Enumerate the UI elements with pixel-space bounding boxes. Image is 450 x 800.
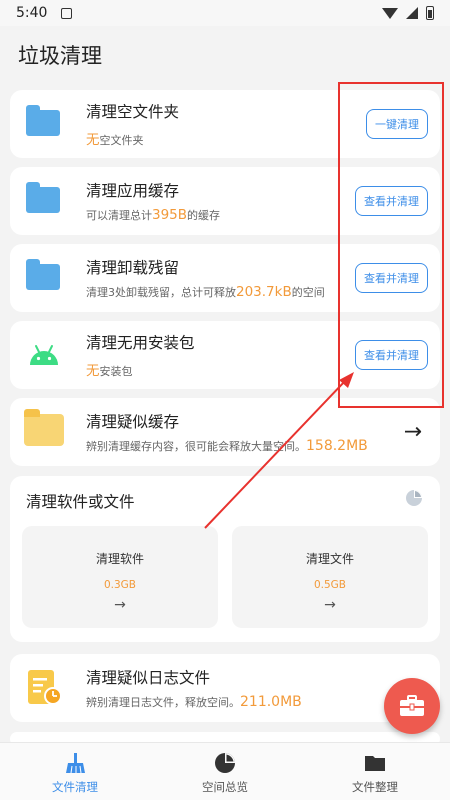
card-title: 清理卸载残留 — [86, 259, 180, 277]
signal-icon — [406, 7, 418, 19]
card-subtitle-text: 空文件夹 — [99, 134, 144, 147]
nav-file-clean[interactable]: 文件清理 — [0, 743, 150, 800]
card-subtitle-text: 辨别清理日志文件，释放空间。 — [86, 696, 240, 709]
battery-icon — [426, 6, 434, 20]
wifi-icon — [382, 7, 398, 19]
card-text: 清理卸载残留 清理3处卸载残留，总计可释放203.7kB的空间 — [86, 256, 325, 300]
box-value: 0.5GB — [313, 579, 347, 591]
arrow-right-icon: → — [114, 597, 126, 613]
status-bar: 5:40 — [0, 0, 450, 26]
card-text: 清理应用缓存 可以清理总计395B的缓存 — [86, 179, 220, 223]
card-suspected-cache[interactable]: 清理疑似缓存 辨别清理缓存内容，很可能会释放大量空间。158.2MB → — [10, 398, 440, 466]
card-text: 清理疑似缓存 辨别清理缓存内容，很可能会释放大量空间。158.2MB — [86, 410, 368, 454]
folder-icon — [24, 258, 64, 298]
pie-chart-icon[interactable] — [404, 488, 424, 508]
bottom-nav: 文件清理 空间总览 文件整理 — [0, 742, 450, 800]
card-software-files: 清理软件或文件 清理软件 0.3GB → 清理文件 0.5GB → — [10, 476, 440, 642]
card-title: 清理疑似日志文件 — [86, 669, 211, 687]
broom-icon — [66, 753, 85, 774]
nav-file-organize[interactable]: 文件整理 — [300, 743, 450, 800]
card-subtitle: 清理3处卸载残留，总计可释放203.7kB的空间 — [86, 284, 325, 300]
yellow-folder-icon — [24, 409, 64, 452]
card-highlight: 无 — [86, 132, 100, 148]
card-highlight: 无 — [86, 363, 100, 379]
card-highlight: 203.7kB — [236, 284, 292, 300]
card-subtitle-text: 安装包 — [99, 365, 133, 378]
card-highlight: 211.0MB — [240, 694, 302, 710]
card-subtitle-text: 的缓存 — [187, 209, 221, 222]
card-title: 清理疑似缓存 — [86, 413, 180, 431]
card-subtitle: 可以清理总计395B的缓存 — [86, 207, 220, 223]
android-icon — [24, 335, 64, 375]
status-time: 5:40 — [16, 5, 48, 21]
arrow-right-icon[interactable]: → — [404, 420, 422, 445]
card-text: 清理空文件夹 无空文件夹 — [86, 100, 179, 148]
notification-icon — [61, 7, 73, 19]
nav-label: 文件清理 — [52, 780, 98, 794]
card-subtitle-text: 辨别清理缓存内容，很可能会释放大量空间。 — [86, 440, 306, 453]
clean-files-box[interactable]: 清理文件 0.5GB → — [232, 526, 428, 628]
arrow-right-icon: → — [324, 597, 336, 613]
card-text: 清理疑似日志文件 辨别清理日志文件，释放空间。211.0MB — [86, 666, 302, 710]
card-subtitle-text: 清理3处卸载残留，总计可释放 — [86, 286, 236, 299]
card-subtitle: 辨别清理缓存内容，很可能会释放大量空间。158.2MB — [86, 438, 368, 454]
card-title: 清理无用安装包 — [86, 334, 195, 352]
toolbox-icon — [400, 695, 424, 716]
log-file-icon — [24, 668, 64, 708]
pie-chart-icon — [215, 753, 235, 773]
card-subtitle-text: 的空间 — [291, 286, 325, 299]
section-title: 清理软件或文件 — [26, 493, 135, 511]
annotation-box — [338, 82, 444, 408]
box-title: 清理文件 — [305, 552, 354, 566]
toolbox-fab[interactable] — [384, 678, 440, 734]
card-highlight: 395B — [152, 207, 188, 223]
card-text: 清理无用安装包 无安装包 — [86, 331, 195, 379]
card-subtitle: 无空文件夹 — [86, 128, 179, 148]
page-title: 垃圾清理 — [18, 44, 102, 68]
folder-icon — [24, 181, 64, 221]
clean-software-box[interactable]: 清理软件 0.3GB → — [22, 526, 218, 628]
card-subtitle: 辨别清理日志文件，释放空间。211.0MB — [86, 694, 302, 710]
card-highlight: 158.2MB — [306, 438, 368, 454]
status-icons — [382, 6, 434, 20]
card-title: 清理应用缓存 — [86, 182, 180, 200]
card-subtitle-text: 可以清理总计 — [86, 209, 152, 222]
box-title: 清理软件 — [95, 552, 144, 566]
box-value: 0.3GB — [103, 579, 137, 591]
card-log-files[interactable]: 清理疑似日志文件 辨别清理日志文件，释放空间。211.0MB — [10, 654, 440, 722]
folder-icon — [24, 104, 64, 144]
nav-label: 文件整理 — [352, 780, 398, 794]
card-title: 清理空文件夹 — [86, 103, 180, 121]
folder-nav-icon — [365, 756, 385, 771]
nav-space-overview[interactable]: 空间总览 — [150, 743, 300, 800]
card-subtitle: 无安装包 — [86, 359, 195, 379]
nav-label: 空间总览 — [202, 780, 248, 794]
